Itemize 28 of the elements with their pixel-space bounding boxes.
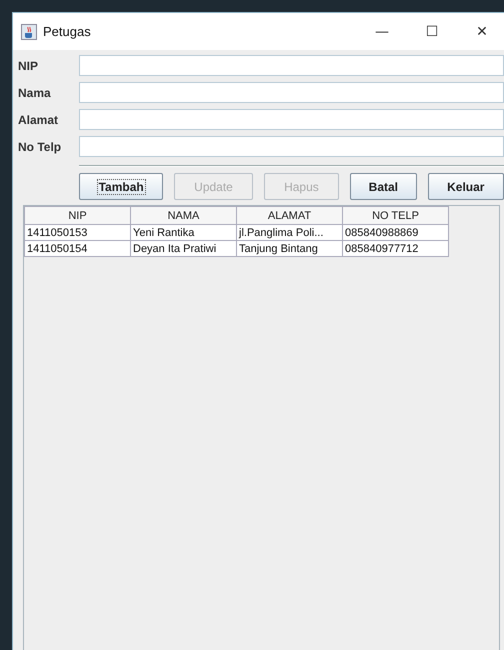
table-cell: jl.Panglima Poli... xyxy=(236,224,342,240)
table-cell: Tanjung Bintang xyxy=(236,240,342,256)
table-cell: 1411050153 xyxy=(24,224,130,240)
table-cell: Yeni Rantika xyxy=(130,224,236,240)
close-button[interactable]: ✕ xyxy=(460,24,504,40)
table-cell: 1411050154 xyxy=(24,240,130,256)
minimize-button[interactable]: — xyxy=(360,24,404,40)
action-button[interactable]: Keluar xyxy=(428,173,504,200)
action-button[interactable]: Batal xyxy=(350,173,417,200)
field-label: NIP xyxy=(18,58,40,72)
column-header[interactable]: NO TELP xyxy=(342,206,448,224)
table-cell: 085840988869 xyxy=(342,224,448,240)
maximize-button[interactable]: ☐ xyxy=(410,24,454,40)
column-header[interactable]: NIP xyxy=(24,206,130,224)
column-header[interactable]: NAMA xyxy=(130,206,236,224)
input-field[interactable] xyxy=(79,109,504,130)
field-label: Nama xyxy=(18,86,52,100)
table-cell: Deyan Ita Pratiwi xyxy=(130,240,236,256)
window-title: Petugas xyxy=(43,24,92,39)
input-field[interactable] xyxy=(79,82,504,103)
field-label: No Telp xyxy=(18,140,62,154)
table-cell: 085840977712 xyxy=(342,240,448,256)
input-field[interactable] xyxy=(79,55,504,76)
action-button[interactable]: Tambah xyxy=(79,173,164,200)
column-header[interactable]: ALAMAT xyxy=(236,206,342,224)
java-cup-icon xyxy=(21,24,37,40)
input-field[interactable] xyxy=(79,136,504,157)
field-label: Alamat xyxy=(18,112,60,126)
